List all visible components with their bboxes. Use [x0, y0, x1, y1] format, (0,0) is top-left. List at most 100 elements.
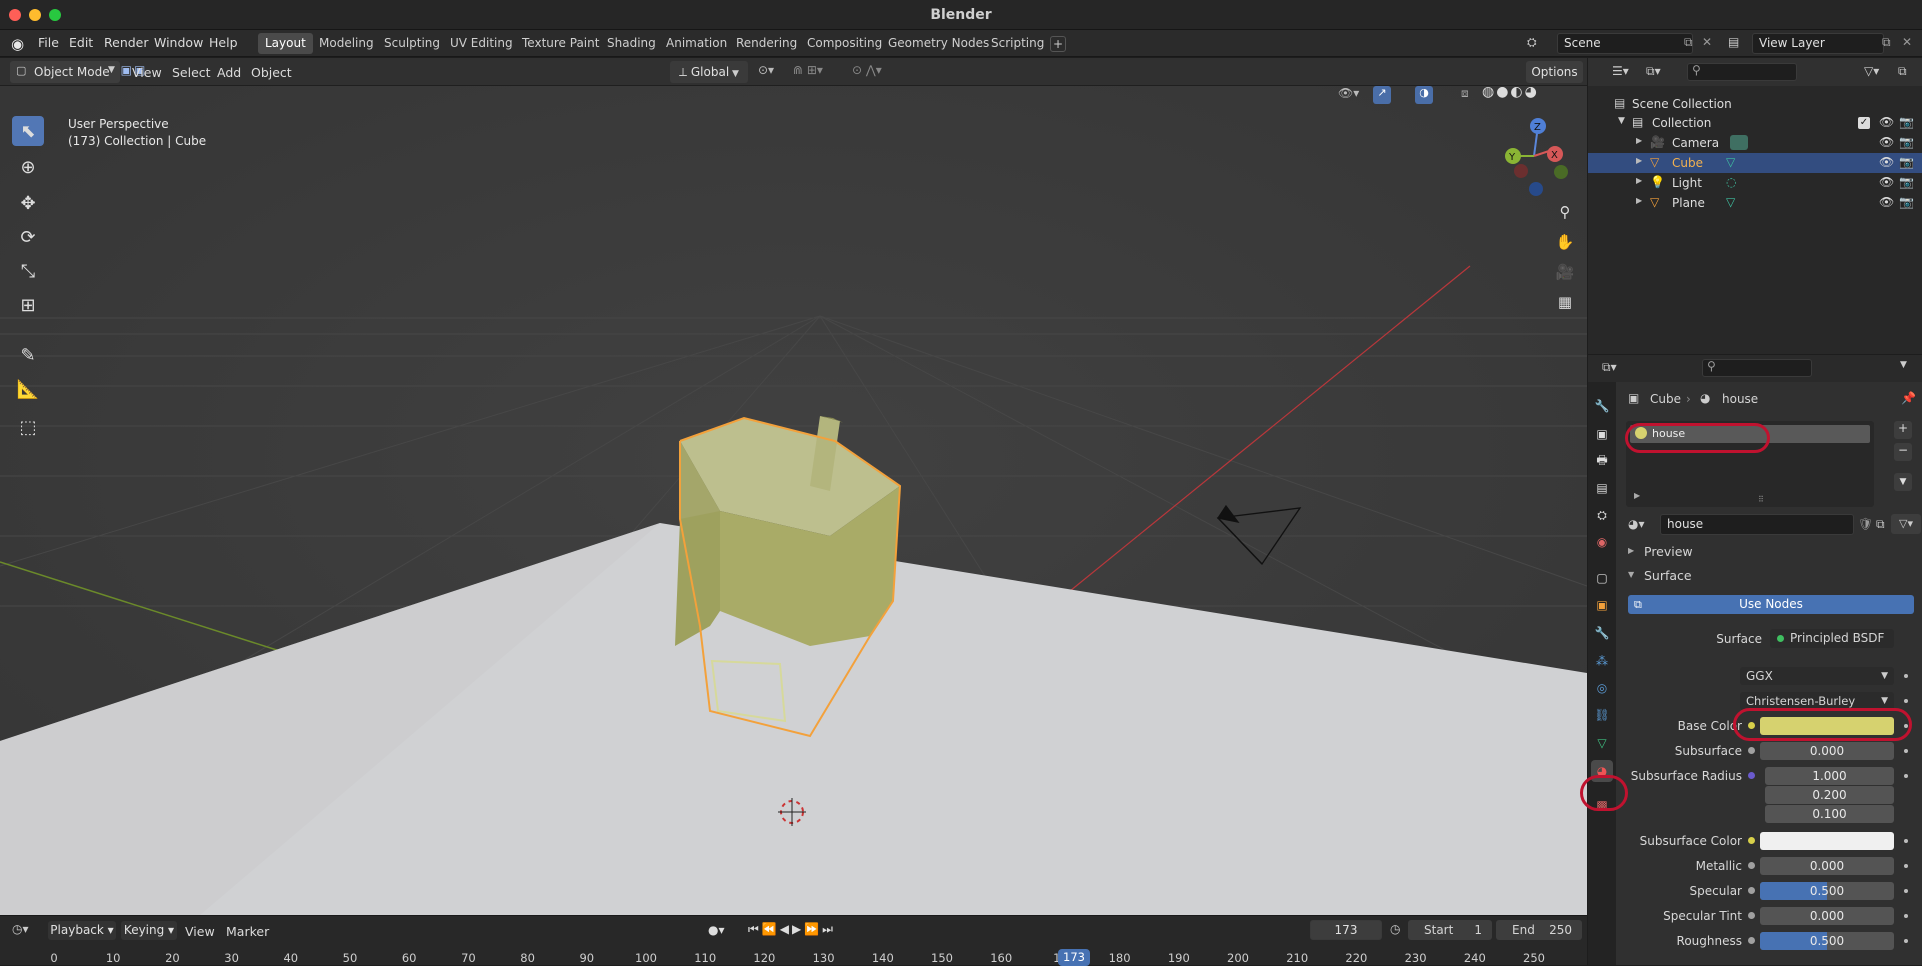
value-socket-icon[interactable]	[1748, 862, 1755, 869]
expand-icon[interactable]: ▶	[1636, 176, 1642, 185]
timeline-view-menu[interactable]: View	[185, 924, 215, 939]
tab-sculpting[interactable]: Sculpting	[377, 33, 447, 54]
mesh-data-icon[interactable]: ▽	[1726, 195, 1735, 209]
transform-orientation-dropdown[interactable]: ⟂ Global ▼	[670, 61, 748, 83]
material-name-field[interactable]: house	[1660, 514, 1854, 535]
chevron-down-icon[interactable]: ▼	[1900, 360, 1907, 370]
add-workspace-icon[interactable]: +	[1050, 36, 1066, 52]
3d-viewport[interactable]: Z X Y User Perspective (173) Collection …	[0, 86, 1587, 915]
scale-tool[interactable]: ⤡	[12, 256, 44, 286]
new-view-layer-icon[interactable]: ⧉	[1882, 35, 1891, 50]
eye-icon[interactable]: 👁	[1879, 155, 1894, 169]
scene-name-field[interactable]: Scene	[1557, 33, 1693, 54]
current-frame-field[interactable]: 173	[1310, 920, 1382, 940]
render-icon[interactable]: 📷	[1899, 175, 1914, 189]
preview-panel-header[interactable]: ▶ Preview	[1616, 541, 1922, 563]
surface-shader-field[interactable]: Principled BSDF	[1770, 629, 1894, 648]
filter-icon[interactable]: ▽▾	[1864, 64, 1879, 78]
pin-icon[interactable]: 📌	[1901, 391, 1916, 405]
view-layer-tab-icon[interactable]: ▤	[1591, 477, 1613, 499]
expand-icon[interactable]: ▶	[1636, 136, 1642, 145]
proportional-editing-icon[interactable]: ⊙ ⋀▾	[852, 63, 882, 77]
eye-icon[interactable]: 👁	[1879, 195, 1894, 209]
base-color-swatch[interactable]	[1760, 717, 1894, 735]
fake-user-icon[interactable]: 🛡	[1858, 517, 1873, 531]
outliner-search-input[interactable]	[1687, 63, 1797, 81]
distribution-dropdown[interactable]: GGX ▼	[1740, 667, 1894, 685]
subsurface-method-dropdown[interactable]: Christensen-Burley ▼	[1740, 692, 1894, 710]
subsurface-radius-y-field[interactable]: 0.200	[1765, 786, 1894, 804]
tab-shading[interactable]: Shading	[600, 33, 663, 54]
keyframe-dot[interactable]	[1904, 749, 1908, 753]
new-scene-icon[interactable]: ⧉	[1684, 35, 1693, 50]
start-frame-field[interactable]: Start 1	[1408, 920, 1492, 940]
menu-render[interactable]: Render	[104, 35, 149, 50]
rotate-tool[interactable]: ⟳	[12, 222, 44, 252]
outliner-item-light[interactable]: ▶ 💡 Light ◌ 👁 📷	[1588, 173, 1922, 193]
slot-specials-icon[interactable]: ▼	[1894, 473, 1912, 491]
shading-mode-icons[interactable]: ◍●◐◕	[1482, 84, 1539, 100]
tab-scripting[interactable]: Scripting	[984, 33, 1051, 54]
xray-icon[interactable]: ⧈	[1461, 86, 1469, 101]
outliner-scene-collection[interactable]: ▤ Scene Collection	[1588, 94, 1922, 114]
tool-tab-icon[interactable]: 🔧	[1591, 395, 1613, 417]
visibility-toggle-icon[interactable]: 👁▾	[1338, 86, 1359, 100]
tab-compositing[interactable]: Compositing	[800, 33, 889, 54]
camera-data-icon[interactable]	[1730, 135, 1748, 150]
perspective-grid-icon[interactable]: ▦	[1553, 290, 1577, 314]
surface-panel-header[interactable]: ▼ Surface	[1616, 565, 1922, 587]
view-layer-name-field[interactable]: View Layer	[1752, 33, 1884, 54]
overlay-toggle-icon[interactable]: ◑	[1415, 86, 1433, 104]
keyframe-dot[interactable]	[1904, 914, 1908, 918]
auto-keying-icon[interactable]: ●▾	[708, 923, 725, 937]
keyframe-dot[interactable]	[1904, 889, 1908, 893]
eye-icon[interactable]: 👁	[1879, 115, 1894, 129]
menu-file[interactable]: File	[38, 35, 59, 50]
color-socket-icon[interactable]	[1748, 722, 1755, 729]
view-layer-icon[interactable]: ▤	[1728, 35, 1739, 49]
outliner-item-cube[interactable]: ▶ ▽ Cube ▽ 👁 📷	[1588, 153, 1922, 173]
light-data-icon[interactable]: ◌	[1726, 175, 1736, 189]
pan-hand-icon[interactable]: ✋	[1553, 230, 1577, 254]
specular-tint-field[interactable]: 0.000	[1760, 907, 1894, 925]
camera-view-icon[interactable]: 🎥	[1553, 260, 1577, 284]
new-collection-icon[interactable]: ⧉	[1898, 64, 1907, 79]
tab-animation[interactable]: Animation	[659, 33, 734, 54]
snap-icon[interactable]: ⋒ ⊞▾	[793, 63, 823, 77]
blender-logo-icon[interactable]: ◉	[11, 35, 24, 53]
expand-icon[interactable]: ▶	[1636, 196, 1642, 205]
clock-icon[interactable]: ◷	[1390, 922, 1400, 936]
zoom-icon[interactable]: ⚲	[1553, 200, 1577, 224]
expand-icon[interactable]: ▼	[1618, 116, 1625, 126]
cursor-tool[interactable]: ⊕	[12, 152, 44, 182]
options-dropdown[interactable]: Options	[1526, 61, 1583, 83]
keyframe-dot[interactable]	[1904, 864, 1908, 868]
keyframe-dot[interactable]	[1904, 774, 1908, 778]
output-tab-icon[interactable]: 🖶	[1591, 450, 1613, 472]
annotate-tool[interactable]: ✎	[12, 340, 44, 370]
mesh-data-icon[interactable]: ▽	[1726, 155, 1735, 169]
playhead-frame-indicator[interactable]: 173	[1058, 949, 1090, 966]
tab-layout[interactable]: Layout	[258, 33, 313, 54]
playback-menu[interactable]: Playback ▾	[48, 921, 116, 940]
measure-tool[interactable]: 📐	[12, 374, 44, 404]
menu-window[interactable]: Window	[154, 35, 203, 50]
eye-icon[interactable]: 👁	[1879, 175, 1894, 189]
outliner-editor-icon[interactable]: ☰▾	[1612, 64, 1629, 78]
roughness-slider[interactable]: 0.500	[1760, 932, 1894, 950]
tab-texture-paint[interactable]: Texture Paint	[515, 33, 606, 54]
header-menu-select[interactable]: Select	[172, 65, 211, 80]
move-tool[interactable]: ✥	[12, 188, 44, 218]
collection-tab-icon[interactable]: ▢	[1591, 567, 1613, 589]
exclude-checkbox[interactable]: ✓	[1858, 117, 1870, 129]
material-slot-house[interactable]: house	[1630, 425, 1870, 443]
modifiers-tab-icon[interactable]: 🔧	[1591, 622, 1613, 644]
value-socket-icon[interactable]	[1748, 937, 1755, 944]
end-frame-field[interactable]: End 250	[1496, 920, 1582, 940]
outliner-item-camera[interactable]: ▶ 🎥 Camera 👁 📷	[1588, 133, 1922, 153]
resize-handle-icon[interactable]: ⠿	[1758, 495, 1764, 504]
select-box-tool[interactable]: ⬉	[12, 116, 44, 146]
properties-editor-icon[interactable]: ⧉▾	[1602, 360, 1617, 375]
header-menu-view[interactable]: View	[132, 65, 162, 80]
subsurface-radius-x-field[interactable]: 1.000	[1765, 767, 1894, 785]
